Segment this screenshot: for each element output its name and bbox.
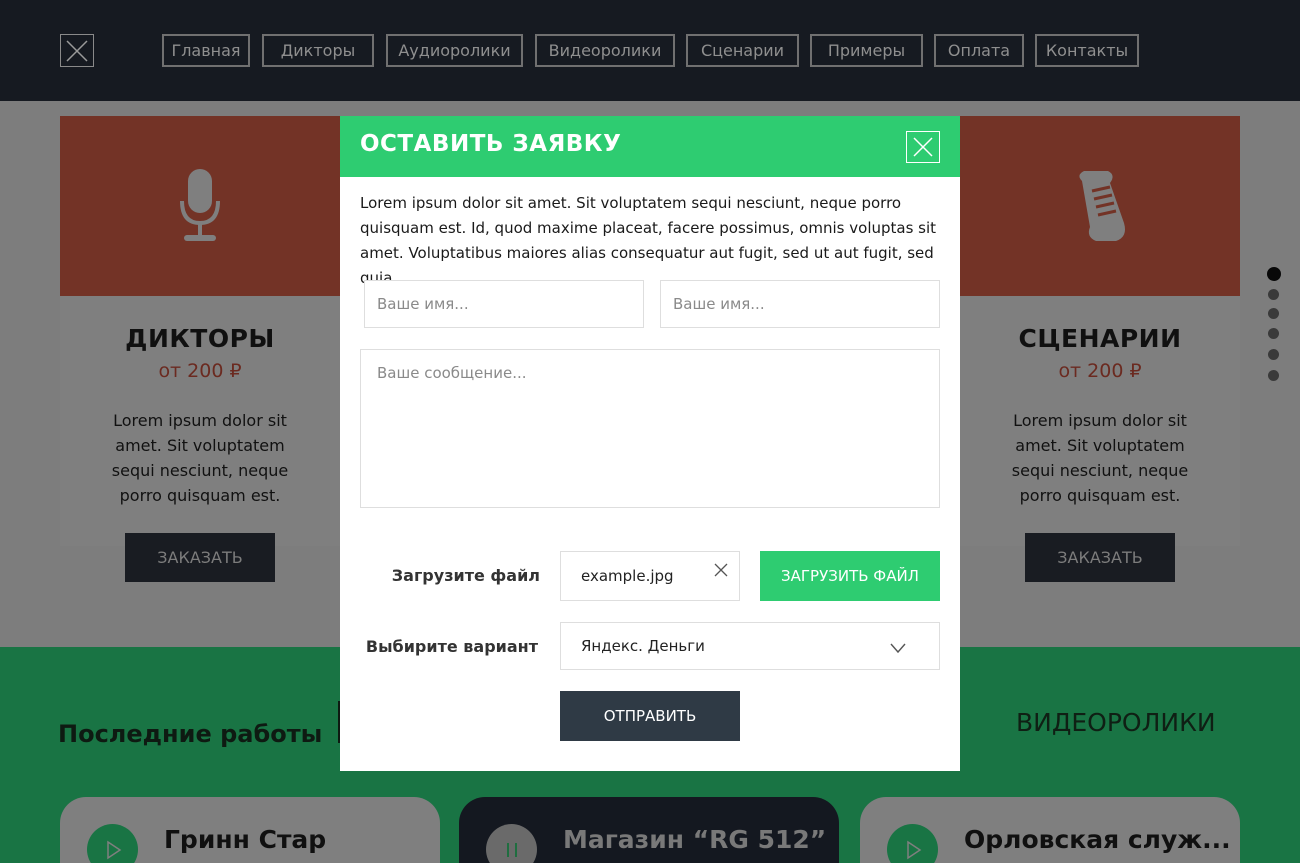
message-textarea[interactable] [360, 349, 940, 508]
slider-dot[interactable] [1268, 328, 1279, 339]
close-icon [66, 39, 88, 62]
select-value: Яндекс. Деньги [581, 637, 705, 655]
nav-examples[interactable]: Примеры [810, 34, 923, 67]
service-card-speakers: ДИКТОРЫ от 200 ₽ Lorem ipsum dolor sit a… [60, 116, 340, 546]
request-modal: ОСТАВИТЬ ЗАЯВКУ Lorem ipsum dolor sit am… [340, 116, 960, 771]
play-icon [906, 840, 921, 859]
work-title: Магазин “RG 512” [563, 825, 827, 854]
slider-dot-active[interactable] [1267, 267, 1281, 281]
order-button-speakers[interactable]: ЗАКАЗАТЬ [125, 533, 275, 582]
scroll-icon [1079, 171, 1125, 241]
nav-video[interactable]: Видеоролики [535, 34, 675, 67]
name-input-2[interactable] [660, 280, 940, 328]
service-price: от 200 ₽ [1058, 360, 1142, 382]
slider-dot[interactable] [1268, 349, 1279, 360]
service-description: Lorem ipsum dolor sit amet. Sit voluptat… [111, 411, 289, 505]
tab-videos[interactable]: ВИДЕОРОЛИКИ [1016, 708, 1216, 737]
work-title: Орловская служ... [964, 825, 1231, 854]
service-description: Lorem ipsum dolor sit amet. Sit voluptat… [1011, 411, 1189, 505]
service-card-scripts: СЦЕНАРИИ от 200 ₽ Lorem ipsum dolor sit … [960, 116, 1240, 546]
upload-file-button[interactable]: ЗАГРУЗИТЬ ФАЙЛ [760, 551, 940, 601]
variant-label: Выбирите вариант [365, 637, 538, 656]
payment-variant-select[interactable]: Яндекс. Деньги [560, 622, 940, 670]
file-name: example.jpg [581, 567, 674, 585]
slider-dot[interactable] [1268, 289, 1279, 300]
modal-description: Lorem ipsum dolor sit amet. Sit voluptat… [360, 194, 937, 287]
nav-audio[interactable]: Аудиоролики [386, 34, 523, 67]
service-card-header [60, 116, 340, 296]
work-title: Гринн Стар [164, 825, 327, 854]
work-card[interactable]: Орловская служ... [860, 797, 1240, 863]
work-card[interactable]: Гринн Стар [60, 797, 440, 863]
modal-close-button[interactable] [906, 131, 940, 163]
nav-payment[interactable]: Оплата [934, 34, 1024, 67]
close-icon [913, 137, 933, 157]
name-input[interactable] [364, 280, 644, 328]
nav-contacts[interactable]: Контакты [1035, 34, 1139, 67]
latest-works-title: Последние работы [58, 720, 323, 748]
pause-icon [506, 842, 517, 857]
play-button[interactable] [87, 824, 138, 863]
service-title: ДИКТОРЫ [125, 324, 275, 353]
slider-dot[interactable] [1268, 370, 1279, 381]
remove-file-icon[interactable] [713, 562, 729, 578]
nav-home[interactable]: Главная [162, 34, 250, 67]
order-button-scripts[interactable]: ЗАКАЗАТЬ [1025, 533, 1175, 582]
nav-speakers[interactable]: Дикторы [262, 34, 374, 67]
service-card-header [960, 116, 1240, 296]
service-title: СЦЕНАРИИ [1018, 324, 1182, 353]
slider-dot[interactable] [1268, 308, 1279, 319]
submit-button[interactable]: ОТПРАВИТЬ [560, 691, 740, 741]
menu-close-icon[interactable] [60, 34, 94, 67]
file-field[interactable]: example.jpg [560, 551, 740, 601]
microphone-icon [180, 169, 220, 241]
play-button[interactable] [887, 824, 938, 863]
pause-button[interactable] [486, 824, 537, 863]
nav-scripts[interactable]: Сценарии [686, 34, 799, 67]
play-icon [106, 840, 121, 859]
site-header: Главная Дикторы Аудиоролики Видеоролики … [0, 0, 1300, 101]
work-card-playing[interactable]: Магазин “RG 512” [459, 797, 839, 863]
modal-title: ОСТАВИТЬ ЗАЯВКУ [360, 131, 622, 157]
modal-header: ОСТАВИТЬ ЗАЯВКУ [340, 116, 960, 177]
file-label: Загрузите файл [391, 566, 540, 585]
chevron-down-icon [890, 643, 906, 654]
service-price: от 200 ₽ [158, 360, 242, 382]
